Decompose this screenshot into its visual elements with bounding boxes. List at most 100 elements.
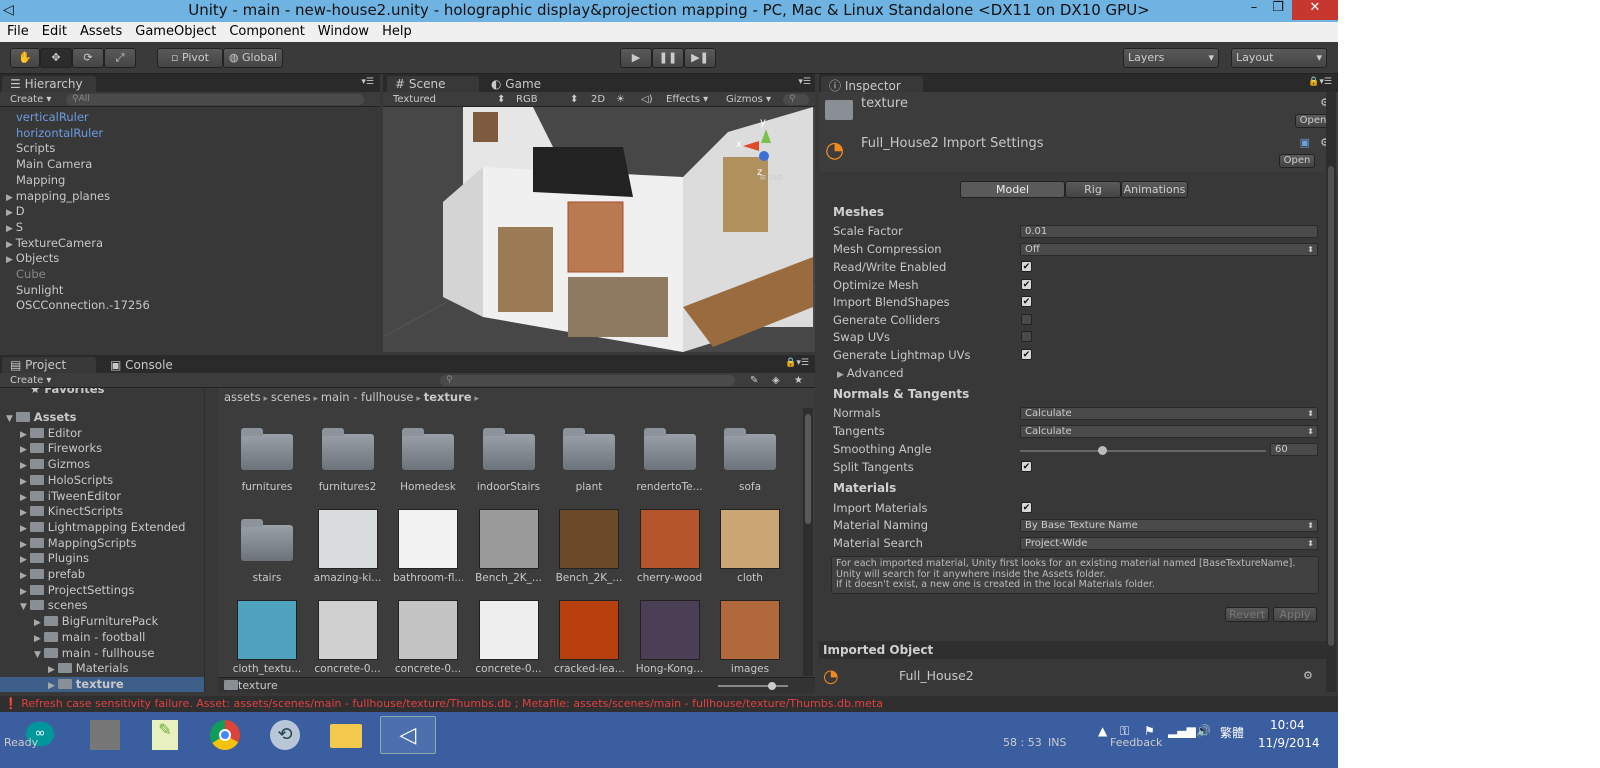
hierarchy-item[interactable]: Scripts [16, 141, 55, 156]
breadcrumb-item[interactable]: assets [224, 390, 261, 404]
revert-button[interactable]: Revert [1225, 607, 1269, 622]
clock-date[interactable]: 11/9/2014 [1258, 736, 1320, 750]
tree-item[interactable]: ▶ HoloScripts [0, 473, 204, 488]
asset-item[interactable]: images [715, 600, 785, 675]
volume-icon[interactable]: 🔊 [1196, 724, 1211, 738]
asset-item[interactable]: sofa [715, 418, 785, 493]
asset-item[interactable]: concrete-0... [474, 600, 544, 675]
hierarchy-item[interactable]: ▶ D [6, 204, 25, 219]
asset-item[interactable]: concrete-0... [313, 600, 383, 675]
render-mode-dropdown[interactable]: RGB [516, 93, 538, 106]
tab-project[interactable]: ▤ Project [2, 357, 96, 373]
option-checkbox[interactable]: ✔ [1021, 261, 1032, 272]
import-materials-checkbox[interactable]: ✔ [1021, 502, 1032, 513]
play-button[interactable]: ▶ [620, 48, 652, 68]
asset-item[interactable]: cracked-lea... [554, 600, 624, 675]
tree-item[interactable]: ▶ iTweenEditor [0, 489, 204, 504]
panel-menu-icon[interactable]: 🔒▾☰ [1308, 77, 1332, 87]
tree-item[interactable]: ▶ prefab [0, 567, 204, 582]
settings-gear-icon[interactable]: ⚙ [1320, 96, 1330, 109]
lighting-toggle-icon[interactable]: ☀ [616, 93, 625, 106]
scale-factor-input[interactable]: 0.01 [1020, 225, 1318, 238]
favorites-header[interactable]: ★ Favorites [30, 388, 104, 396]
asset-item[interactable]: amazing-ki... [313, 509, 383, 584]
tab-console[interactable]: ▣ Console [102, 357, 192, 373]
file-explorer-taskbar-icon[interactable] [318, 716, 374, 754]
move-tool-button[interactable]: ✥ [40, 48, 72, 68]
tree-item[interactable]: ▶ KinectScripts [0, 504, 204, 519]
split-tangents-checkbox[interactable]: ✔ [1021, 461, 1032, 472]
menu-edit[interactable]: Edit [35, 22, 73, 39]
hierarchy-item[interactable]: ▶ Objects [6, 251, 59, 266]
tree-item[interactable]: ▶ texture [0, 676, 204, 692]
maximize-button[interactable]: ❐ [1264, 0, 1292, 20]
tab-hierarchy[interactable]: ☰ Hierarchy [2, 76, 96, 92]
layout-dropdown[interactable]: Layout ▾ [1231, 48, 1327, 68]
gizmos-dropdown[interactable]: Gizmos ▾ [726, 93, 771, 106]
normals-dropdown[interactable]: Calculate [1020, 407, 1318, 420]
scene-gizmo[interactable]: y x z ≡ Iso [733, 117, 793, 187]
asset-item[interactable]: Bench_2K_... [554, 509, 624, 584]
effects-dropdown[interactable]: Effects ▾ [666, 93, 708, 106]
console-status-bar[interactable]: ❗ Refresh case sensitivity failure. Asse… [0, 696, 1338, 712]
flag-icon[interactable]: ⚑ [1144, 724, 1155, 738]
breadcrumb-item[interactable]: main - fullhouse [321, 390, 414, 404]
asset-item[interactable]: cherry-wood [635, 509, 705, 584]
tree-item[interactable]: ▼ Assets [0, 410, 204, 425]
option-checkbox[interactable] [1021, 331, 1032, 343]
scroll-thumb[interactable] [805, 414, 811, 524]
clock-time[interactable]: 10:04 [1270, 718, 1305, 732]
filter-type-icon[interactable]: ✎ [750, 374, 758, 387]
unity-taskbar-icon[interactable]: ◁ [380, 716, 436, 754]
breadcrumb-item[interactable]: scenes [271, 390, 311, 404]
filter-label-icon[interactable]: ◈ [772, 374, 780, 387]
tab-inspector[interactable]: ⓘ Inspector [821, 76, 923, 93]
network-icon[interactable]: ⚿ [1120, 724, 1129, 739]
tab-rig[interactable]: Rig [1065, 181, 1121, 198]
tab-game[interactable]: ◐ Game [483, 76, 563, 92]
asset-item[interactable]: renderto​Te... [635, 418, 705, 493]
hierarchy-search-input[interactable]: ⚲All [66, 94, 364, 105]
input-language[interactable]: 繁體 [1220, 724, 1244, 741]
tree-item[interactable]: ▶ MappingScripts [0, 536, 204, 551]
hand-tool-button[interactable]: ✋ [10, 48, 40, 68]
help-book-icon[interactable]: ▣ [1300, 136, 1310, 149]
hierarchy-item[interactable]: verticalRuler [16, 110, 89, 125]
thumbnail-size-slider[interactable] [718, 682, 788, 690]
show-hidden-icons[interactable]: ▲ [1098, 724, 1107, 738]
tree-item[interactable]: ▼ scenes [0, 598, 204, 613]
hierarchy-item[interactable]: Cube [16, 267, 46, 282]
tree-item[interactable]: ▶ Materials [0, 661, 204, 676]
tree-item[interactable]: ▶ BigFurniturePack [0, 614, 204, 629]
mesh-compression-dropdown[interactable]: Off [1020, 243, 1318, 256]
tab-animations[interactable]: Animations [1121, 181, 1188, 198]
tree-item[interactable]: ▼ main - fullhouse [0, 646, 204, 661]
tree-item[interactable]: ▶ Plugins [0, 551, 204, 566]
signal-icon[interactable]: ▂▄▆ [1168, 724, 1196, 738]
panel-menu-icon[interactable]: 🔒▾☰ [785, 358, 809, 368]
scene-viewport[interactable]: y x z ≡ Iso [383, 107, 815, 352]
close-button[interactable]: ✕ [1292, 0, 1338, 20]
smoothing-angle-input[interactable]: 60 [1270, 443, 1318, 456]
asset-item[interactable]: Bench_2K_... [474, 509, 544, 584]
2d-toggle[interactable]: 2D [591, 93, 605, 106]
remote-taskbar-icon[interactable]: ⟲ [258, 716, 314, 754]
asset-item[interactable]: indoorStairs [474, 418, 544, 493]
tree-item[interactable]: ▶ Editor [0, 426, 204, 441]
asset-item[interactable]: cloth_textu... [232, 600, 302, 675]
asset-item[interactable]: plant [554, 418, 624, 493]
hierarchy-item[interactable]: Main Camera [16, 157, 92, 172]
menu-help[interactable]: Help [375, 22, 418, 39]
audio-toggle-icon[interactable]: ◁) [641, 93, 653, 106]
asset-item[interactable]: concrete-0... [393, 600, 463, 675]
asset-item[interactable]: Hong-Kong... [635, 600, 705, 675]
hierarchy-item[interactable]: OSCConnection.-17256 [16, 298, 150, 313]
option-checkbox[interactable] [1021, 313, 1032, 325]
panel-menu-icon[interactable]: ▾☰ [361, 77, 374, 87]
breadcrumb-item[interactable]: texture [424, 390, 472, 404]
favorite-star-icon[interactable]: ★ [794, 374, 803, 387]
asset-item[interactable]: furnitures2 [313, 418, 383, 493]
hierarchy-item[interactable]: ▶ S [6, 220, 23, 235]
asset-item[interactable]: stairs [232, 509, 302, 584]
pause-button[interactable]: ❚❚ [652, 48, 684, 68]
